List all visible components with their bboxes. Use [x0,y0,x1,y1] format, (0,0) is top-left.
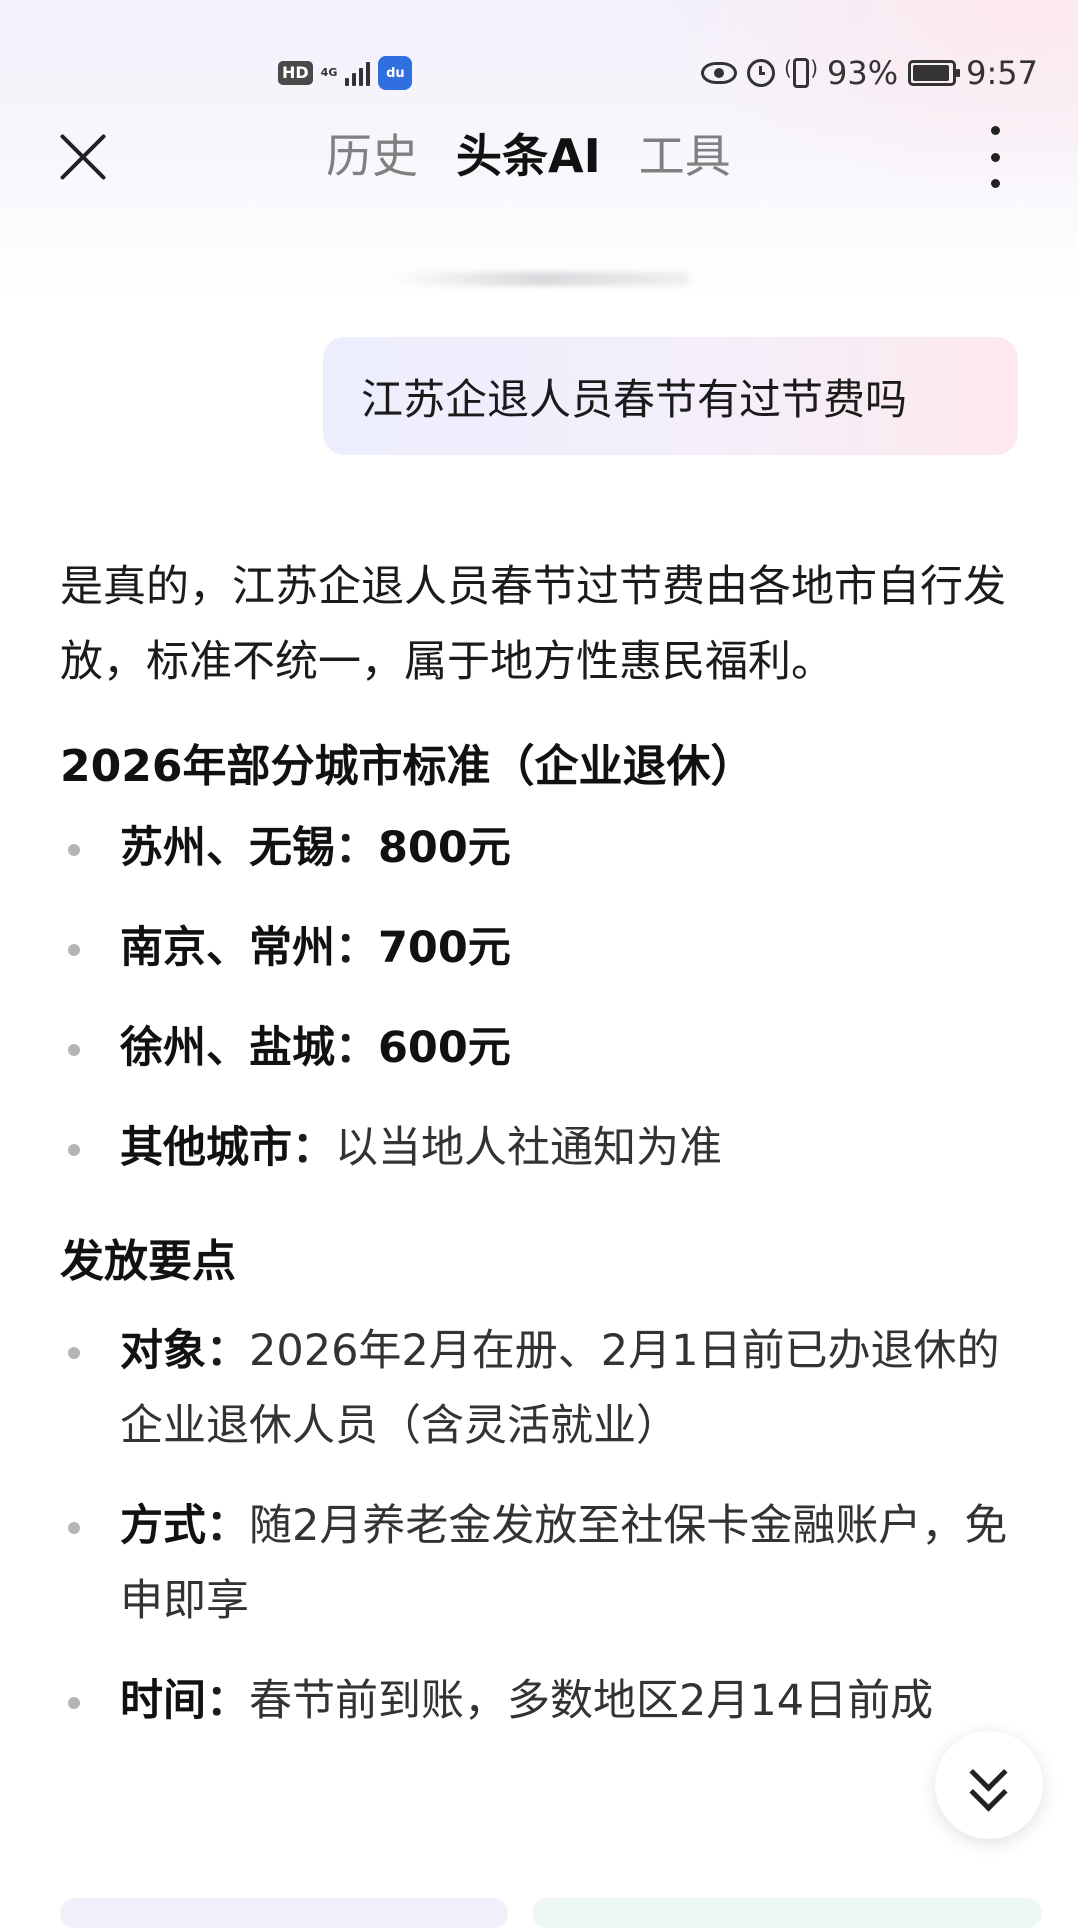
status-bar: HD 4G du 93% 9:57 [0,50,1078,100]
item-key: 其他城市 [120,1123,292,1173]
close-icon[interactable] [56,130,110,184]
item-value: 春节前到账，多数地区2月14日前成 [249,1676,934,1726]
ai-answer: 是真的，江苏企退人员春节过节费由各地市自行发放，标准不统一，属于地方性惠民福利。… [60,550,1040,1739]
tab-tools[interactable]: 工具 [639,124,731,188]
section-title-key-points: 发放要点 [60,1236,236,1287]
answer-intro: 是真的，江苏企退人员春节过节费由各地市自行发放，标准不统一，属于地方性惠民福利。 [60,562,1006,687]
list-item: 南京、常州：700元 [60,911,1040,986]
top-nav: 历史 头条AI 工具 [0,110,1078,200]
section-title-city-standards: 2026年部分城市标准（企业退休） [60,741,755,792]
item-sep: ： [335,1023,378,1073]
status-left: HD 4G du [278,56,413,90]
item-value: 800元 [378,823,511,873]
network-label: 4G [320,66,338,79]
battery-percent: 93% [827,54,899,92]
key-points-list: 对象：2026年2月在册、2月1日前已办退休的企业退休人员（含灵活就业） 方式：… [60,1314,1040,1739]
item-key: 苏州、无锡 [120,823,335,873]
item-value: 700元 [378,923,511,973]
eye-icon [701,62,738,84]
item-value: 2026年2月在册、2月1日前已办退休的企业退休人员（含灵活就业） [120,1326,1000,1451]
item-sep: ： [206,1501,249,1551]
tab-bar: 历史 头条AI 工具 [326,124,731,188]
list-item: 对象：2026年2月在册、2月1日前已办退休的企业退休人员（含灵活就业） [60,1314,1040,1464]
network-type: 4G [321,67,338,79]
list-item: 徐州、盐城：600元 [60,1011,1040,1086]
vibrate-icon [793,56,818,88]
item-value: 以当地人社通知为准 [335,1123,722,1173]
list-item: 方式：随2月养老金发放至社保卡金融账户，免申即享 [60,1489,1040,1639]
item-sep: ： [292,1123,335,1173]
user-message-bubble: 江苏企退人员春节有过节费吗 [323,337,1018,455]
item-sep: ： [335,823,378,873]
item-sep: ： [206,1676,249,1726]
item-key: 南京、常州 [120,923,335,973]
status-right: 93% 9:57 [701,54,1038,92]
user-message-text: 江苏企退人员春节有过节费吗 [361,374,908,424]
battery-icon [908,60,961,86]
item-key: 对象 [120,1326,206,1376]
item-value: 随2月养老金发放至社保卡金融账户，免申即享 [120,1501,1008,1626]
hd-icon: HD [278,61,313,85]
list-item: 其他城市：以当地人社通知为准 [60,1111,1040,1186]
city-standards-list: 苏州、无锡：800元 南京、常州：700元 徐州、盐城：600元 其他城市：以当… [60,811,1040,1186]
tab-history[interactable]: 历史 [326,124,418,188]
item-key: 时间 [120,1676,206,1726]
item-sep: ： [335,923,378,973]
suggestion-card[interactable] [532,1898,1042,1928]
suggestion-card[interactable] [60,1898,508,1928]
item-key: 徐州、盐城 [120,1023,335,1073]
baidu-icon: du [378,56,413,90]
list-item: 苏州、无锡：800元 [60,811,1040,886]
item-key: 方式 [120,1501,206,1551]
clock: 9:57 [966,54,1038,92]
alarm-icon [747,59,776,87]
item-value: 600元 [378,1023,511,1073]
faded-divider [390,272,690,286]
item-sep: ： [206,1326,249,1376]
signal-icon [345,60,371,86]
more-options-icon[interactable] [988,126,1002,188]
scroll-to-bottom-button[interactable] [935,1731,1043,1839]
tab-toutiao-ai[interactable]: 头条AI [456,124,601,188]
list-item: 时间：春节前到账，多数地区2月14日前成 [60,1664,1040,1739]
